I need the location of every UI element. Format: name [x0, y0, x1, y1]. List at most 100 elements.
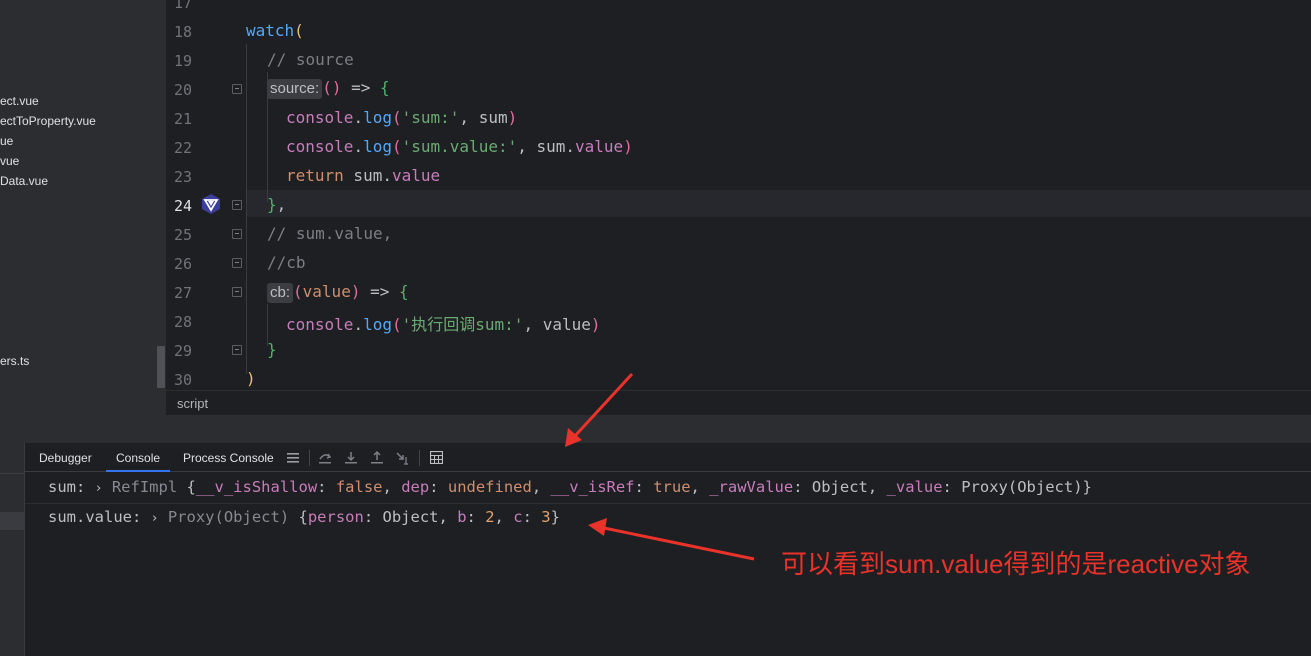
breadcrumb: script: [166, 390, 1311, 415]
step-over-icon[interactable]: [318, 451, 332, 465]
parameter-hint: cb:: [267, 283, 294, 303]
line-number: 17: [173, 0, 192, 12]
code-token: (: [391, 315, 402, 334]
selected-frame[interactable]: [0, 512, 25, 530]
code-token: sum.: [343, 166, 392, 185]
code-token: log: [363, 315, 392, 334]
annotation-text: 可以看到sum.value得到的是reactive对象: [781, 549, 1251, 579]
console-field: c: [513, 508, 523, 526]
console-token: {: [289, 508, 308, 526]
console-line[interactable]: sum.value: › Proxy(Object) {person: Obje…: [48, 508, 560, 526]
code-token: ): [246, 369, 256, 388]
code-token: watch: [246, 21, 295, 40]
tree-scrollbar[interactable]: [157, 346, 165, 388]
console-field: __v_isRef: [550, 478, 635, 496]
code-token: {: [380, 78, 390, 97]
code-token: console: [286, 108, 354, 127]
tab-console[interactable]: Console: [105, 451, 171, 472]
debug-tabs: Debugger Console Process Console: [25, 443, 1311, 472]
menu-icon[interactable]: [286, 451, 300, 465]
debug-frames-sidebar: [0, 443, 25, 656]
console-token: {: [177, 478, 196, 496]
file-item[interactable]: Data.vue: [0, 174, 48, 188]
code-token: console: [286, 137, 354, 156]
console-value: true: [653, 478, 691, 496]
fold-icon[interactable]: [232, 345, 242, 355]
code-line-28: console.log('执行回调sum:', value): [286, 311, 601, 335]
run-to-cursor-icon[interactable]: [396, 451, 410, 465]
line-number: 26: [173, 255, 192, 273]
tool-window-splitter[interactable]: [0, 415, 1311, 443]
evaluate-icon[interactable]: [430, 451, 443, 464]
console-line[interactable]: sum: › RefImpl {__v_isShallow: false, de…: [48, 478, 1092, 496]
file-item[interactable]: ect.vue: [0, 94, 39, 108]
code-token: .: [353, 315, 364, 334]
code-line-26: //cb: [267, 253, 306, 272]
parameter-hint: source:: [267, 79, 323, 99]
divider: [0, 473, 25, 474]
file-item[interactable]: ers.ts: [0, 354, 29, 368]
code-token: ): [590, 315, 601, 334]
indent-guide: [246, 44, 247, 374]
line-number: 23: [173, 168, 192, 186]
breadcrumb-item[interactable]: script: [177, 396, 208, 411]
code-token: , sum.: [517, 137, 576, 156]
code-comment: // source: [267, 50, 354, 69]
file-item[interactable]: ue: [0, 134, 13, 148]
console-field: _value: [886, 478, 943, 496]
line-number: 25: [173, 226, 192, 244]
code-line-22: console.log('sum.value:', sum.value): [286, 137, 633, 156]
vue-gutter-icon[interactable]: [200, 193, 222, 215]
tab-debugger[interactable]: Debugger: [39, 451, 92, 465]
console-field: _rawValue: [709, 478, 794, 496]
tab-process-console[interactable]: Process Console: [183, 451, 274, 465]
file-item[interactable]: ectToProperty.vue: [0, 114, 96, 128]
fold-icon[interactable]: [232, 200, 242, 210]
code-line-25: // sum.value,: [267, 224, 392, 243]
code-editor[interactable]: 17 18 19 20 21 22 23 24 25 26 27 28 29 3…: [166, 0, 1311, 390]
console-value: 2: [485, 508, 495, 526]
line-number: 19: [173, 52, 192, 70]
code-token: value: [575, 137, 624, 156]
code-token: value: [391, 166, 441, 185]
toolbar-separator: [309, 450, 310, 466]
console-value: false: [335, 478, 383, 496]
code-token: {: [399, 282, 409, 301]
code-comment: // sum.value,: [267, 224, 393, 243]
step-out-icon[interactable]: [370, 451, 384, 465]
code-line-18: watch(: [246, 21, 304, 40]
console-field: b: [457, 508, 467, 526]
code-token: , value: [523, 315, 591, 334]
console-value: Object: [811, 478, 868, 496]
code-string: '执行回调sum:': [401, 315, 524, 334]
console-token: }: [550, 508, 560, 526]
code-token: }: [267, 195, 277, 214]
line-number: 28: [173, 313, 192, 331]
code-token: }: [267, 340, 277, 359]
code-string: 'sum:': [401, 108, 460, 127]
code-token: , sum: [459, 108, 508, 127]
expand-chevron-icon[interactable]: ›: [151, 511, 159, 526]
step-into-icon[interactable]: [344, 451, 358, 465]
fold-icon[interactable]: [232, 287, 242, 297]
current-line-highlight: [246, 190, 1311, 217]
project-tree-panel: ect.vue ectToProperty.vue ue vue Data.vu…: [0, 0, 166, 415]
fold-icon[interactable]: [232, 258, 242, 268]
code-line-20: source:() => {: [267, 78, 390, 99]
console-token: }: [1082, 478, 1092, 496]
code-token: log: [363, 108, 392, 127]
code-line-23: return sum.value: [286, 166, 440, 185]
fold-icon[interactable]: [232, 229, 242, 239]
code-line-29: }: [267, 340, 277, 359]
expand-chevron-icon[interactable]: ›: [95, 481, 103, 496]
code-line-21: console.log('sum:', sum): [286, 108, 517, 127]
console-type: RefImpl: [111, 478, 178, 496]
console-value: Proxy(Object): [961, 478, 1083, 496]
code-comment: //cb: [267, 253, 306, 272]
console-type: Proxy(Object): [167, 508, 290, 526]
file-item[interactable]: vue: [0, 154, 19, 168]
console-field: __v_isShallow: [195, 478, 318, 496]
fold-icon[interactable]: [232, 84, 242, 94]
console-label: sum.value:: [48, 508, 142, 526]
code-token: (: [293, 282, 303, 301]
